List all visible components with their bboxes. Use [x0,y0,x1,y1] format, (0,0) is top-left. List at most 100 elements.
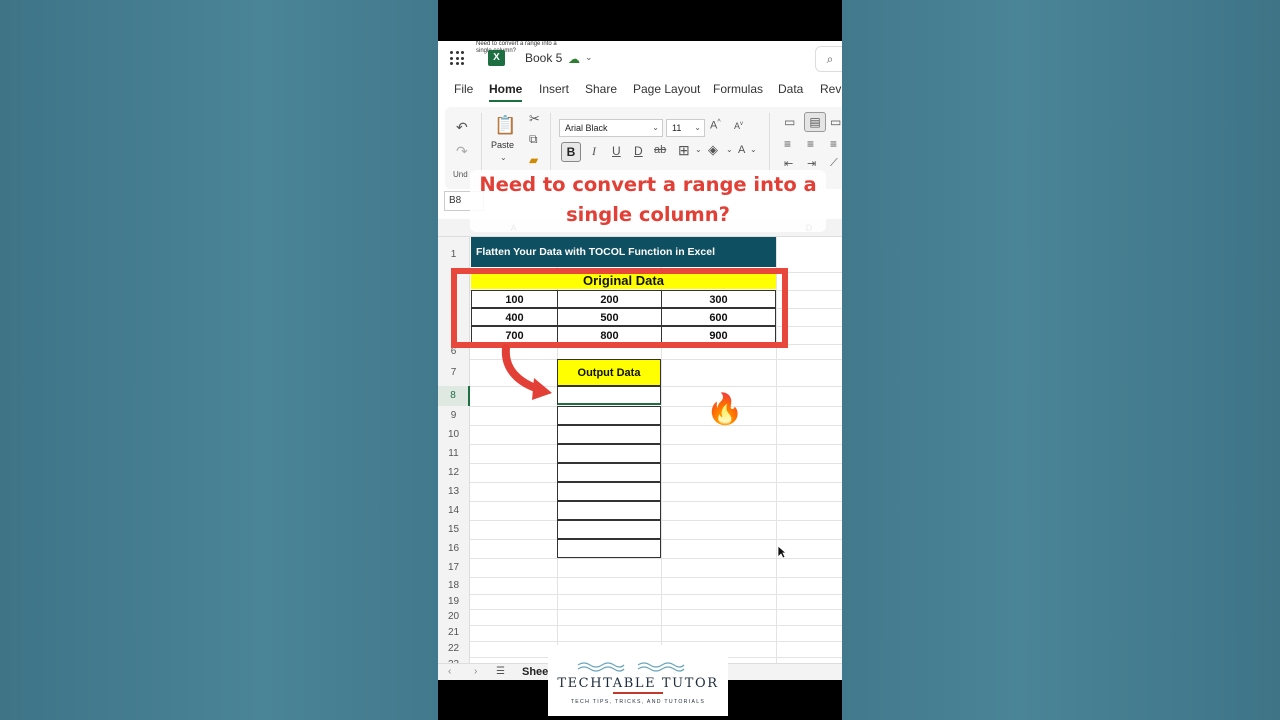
output-cell[interactable] [557,406,661,425]
chevron-down-icon: ⌄ [652,123,659,132]
row-header[interactable]: 1 [438,237,470,272]
undo-icon[interactable]: ↶ [456,119,468,136]
chevron-left-icon[interactable]: ‹ [448,666,451,677]
copy-icon[interactable]: ⧉ [529,132,538,147]
wave-logo-icon [577,662,685,672]
tab-file[interactable]: File [454,82,473,96]
chevron-down-icon[interactable]: ⌄ [585,52,593,63]
row-header[interactable]: 22 [438,641,470,657]
font-color-icon[interactable]: A [738,144,745,156]
row-header[interactable]: 14 [438,501,470,520]
search-icon[interactable]: ⌕ [815,46,842,72]
shrink-font-icon[interactable]: Av [734,121,743,131]
decrease-indent-icon[interactable]: ⇤ [784,157,793,170]
font-name-select[interactable]: Arial Black ⌄ [559,119,663,137]
font-size-select[interactable]: 11 ⌄ [666,119,705,137]
align-right-icon[interactable]: ≡ [830,137,837,151]
row-header[interactable]: 13 [438,482,470,501]
ribbon-tabs: File Home Insert Share Page Layout Formu… [438,82,842,104]
row-header[interactable]: 9 [438,406,470,425]
output-cell[interactable] [557,539,661,558]
output-cell[interactable] [557,444,661,463]
background-right [842,0,1280,720]
grid-line [470,577,842,578]
paste-label[interactable]: Paste [491,140,514,150]
align-top-icon[interactable]: ▭ [784,115,795,129]
strikethrough-button[interactable]: ab [654,144,666,156]
chevron-right-icon[interactable]: › [474,666,477,677]
bold-button[interactable]: B [561,142,581,162]
grid-line [470,594,842,595]
tab-review[interactable]: Revi [820,82,842,96]
output-cell[interactable] [557,463,661,482]
chevron-down-icon[interactable]: ⌄ [726,145,733,154]
workbook-title[interactable]: Book 5 [525,51,562,65]
grid-line [470,609,842,610]
tab-data[interactable]: Data [778,82,803,96]
orientation-icon[interactable]: ⟋ [830,157,838,170]
logo-divider [613,692,663,694]
paste-icon[interactable]: 📋 [494,115,516,136]
row-header[interactable]: 8 [438,386,470,406]
select-all-corner[interactable] [438,219,470,237]
sheet-tab[interactable]: Shee [522,666,548,678]
row-header[interactable]: 18 [438,577,470,594]
mouse-pointer-icon [777,545,787,559]
grow-font-icon[interactable]: A^ [710,119,721,132]
align-center-icon[interactable]: ≡ [807,137,814,151]
logo-tagline: TECH TIPS, TRICKS, AND TUTORIALS [570,699,706,705]
sheet-list-icon[interactable]: ☰ [496,666,505,677]
tab-formulas[interactable]: Formulas [713,82,763,96]
row-header[interactable]: 15 [438,520,470,539]
chevron-down-icon[interactable]: ⌄ [750,145,757,154]
underline-button[interactable]: U [612,144,621,158]
output-data-header[interactable]: Output Data [557,359,661,386]
overlay-callout: Need to convert a range into a single co… [470,170,826,232]
background-left [0,0,438,720]
italic-button[interactable]: I [592,144,596,159]
borders-icon[interactable]: ⊞ [678,142,690,159]
redo-icon[interactable]: ↷ [456,143,468,160]
grid-line [470,625,842,626]
row-header[interactable]: 16 [438,539,470,558]
row-header[interactable]: 17 [438,558,470,577]
callout-line-2: single column? [566,203,730,226]
format-painter-icon[interactable]: ▰ [529,153,538,167]
callout-line-1: Need to convert a range into a [479,173,817,196]
fill-color-icon[interactable]: ◈ [708,142,718,158]
align-bottom-icon[interactable]: ▭ [830,115,841,129]
title-bar: Need to convert a range into a single co… [438,41,842,79]
row-header[interactable]: 10 [438,425,470,444]
row-header[interactable]: 11 [438,444,470,463]
row-header[interactable]: 19 [438,594,470,609]
banner-cell[interactable]: Flatten Your Data with TOCOL Function in… [471,237,776,267]
tab-share[interactable]: Share [585,82,617,96]
row-header[interactable]: 20 [438,609,470,625]
output-cell[interactable] [557,520,661,539]
fire-icon: 🔥 [706,393,744,426]
align-middle-icon[interactable]: ▤ [804,112,826,132]
chevron-down-icon[interactable]: ⌄ [695,145,702,154]
grid-line [470,641,842,642]
increase-indent-icon[interactable]: ⇥ [807,157,816,170]
logo-name: TECHTABLE TUTOR [557,676,719,691]
techtable-tutor-logo: TECHTABLE TUTOR TECH TIPS, TRICKS, AND T… [548,645,728,716]
cut-icon[interactable]: ✂ [529,111,540,127]
output-cell[interactable] [557,482,661,501]
row-header[interactable]: 12 [438,463,470,482]
output-cell-active[interactable] [557,386,661,405]
tab-insert[interactable]: Insert [539,82,569,96]
tab-home[interactable]: Home [489,82,523,102]
excel-logo-icon: X [488,50,505,66]
output-cell[interactable] [557,501,661,520]
tab-page-layout[interactable]: Page Layout [633,82,700,96]
app-launcher-icon[interactable] [450,51,464,65]
cloud-saved-icon[interactable]: ☁ [568,52,580,66]
double-underline-button[interactable]: D [634,144,643,158]
row-header[interactable]: 7 [438,359,470,386]
row-header[interactable]: 21 [438,625,470,641]
align-left-icon[interactable]: ≡ [784,137,791,151]
undo-group-label: Und [453,170,468,179]
output-cell[interactable] [557,425,661,444]
paste-chevron-down-icon[interactable]: ⌄ [500,153,507,162]
